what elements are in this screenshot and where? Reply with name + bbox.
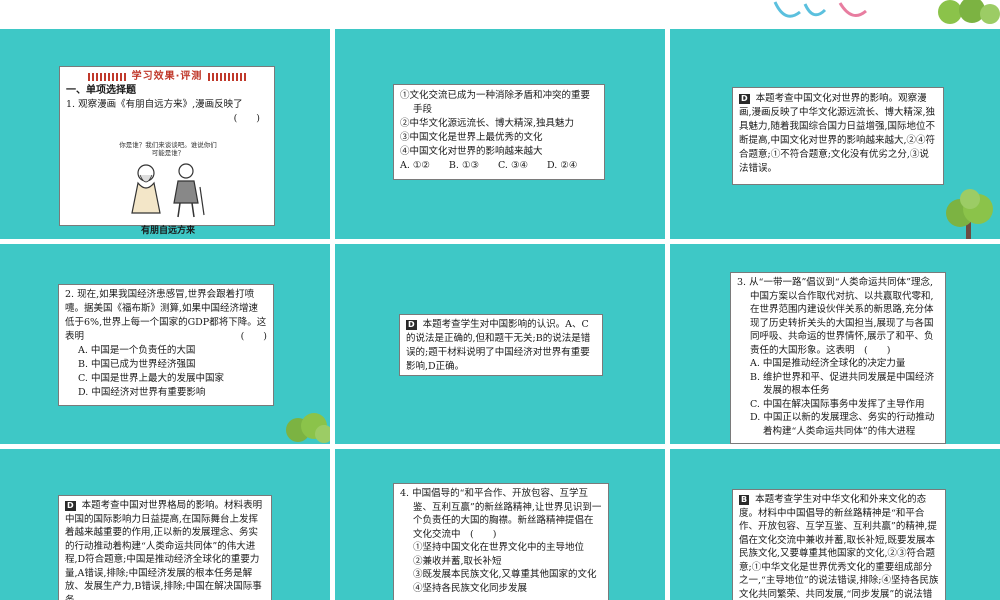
answer-text: 本题考查中国对世界格局的影响。材料表明中国的国际影响力日益提高,在国际舞台上发挥…: [65, 500, 263, 600]
question-text: 1. 观察漫画《有朋自远方来》,漫画反映了: [66, 99, 243, 110]
section-banner: 学习效果·评测: [66, 70, 268, 84]
question-text: 4. 中国倡导的“和平合作、开放包容、互学互鉴、互利互赢”的新丝路精神,让世界见…: [400, 487, 602, 541]
choice-row: A. ①② B. ①③ C. ③④ D. ②④: [400, 160, 578, 171]
option-4: ④坚持各民族文化同步发展: [413, 582, 528, 594]
option-1: ①文化交流已成为一种消除矛盾和冲突的重要手段: [400, 90, 591, 115]
option-3: ③既发展本民族文化,又尊重其他国家的文化: [413, 569, 597, 580]
option-c: C. 中国在解决国际事务中发挥了主导作用: [750, 398, 925, 410]
question-card: 4. 中国倡导的“和平合作、开放包容、互学互鉴、互利互赢”的新丝路精神,让世界见…: [393, 483, 609, 600]
answer-text: 本题考查学生对中国影响的认识。A、C的说法是正确的,但和题干无关;B的说法是错误…: [406, 319, 591, 372]
answer-text: 本题考查学生对中华文化和外来文化的态度。材料中中国倡导的新丝路精神是“和平合作、…: [739, 494, 939, 600]
slide-1: 学习效果·评测 一、单项选择题 1. 观察漫画《有朋自远方来》,漫画反映了 ( …: [0, 29, 330, 239]
question-body: 2. 现在,如果我国经济患感冒,世界会跟着打喷嚏。据美国《福布斯》测算,如果中国…: [65, 289, 267, 342]
option-4: ④中国文化对世界的影响越来越大: [400, 146, 543, 157]
question-text: 3. 从“一带一路”倡议到“人类命运共同体”理念,中国方案以合作取代对抗、以共赢…: [737, 276, 939, 357]
cartoon-icon: [131, 163, 205, 218]
question-text: 2. 现在,如果我国经济患感冒,世界会跟着打喷嚏。据美国《福布斯》测算,如果中国…: [65, 288, 267, 344]
answer-card: D 本题考查中国对世界格局的影响。材料表明中国的国际影响力日益提高,在国际舞台上发…: [58, 495, 272, 600]
section-heading: 一、单项选择题: [66, 85, 136, 96]
tree-icon: [938, 0, 1000, 24]
option-d: D. 中国经济对世界有重要影响: [78, 387, 206, 398]
slide-4: 2. 现在,如果我国经济患感冒,世界会跟着打喷嚏。据美国《福布斯》测算,如果中国…: [0, 244, 330, 444]
slide-7: D 本题考查中国对世界格局的影响。材料表明中国的国际影响力日益提高,在国际舞台上发…: [0, 449, 330, 600]
options-card: ①文化交流已成为一种消除矛盾和冲突的重要手段 ②中华文化源远流长、博大精深,独具…: [393, 84, 605, 180]
option-a: A. 中国是一个负责任的大国: [78, 345, 196, 356]
option-a: A. 中国是推动经济全球化的决定力量: [750, 358, 906, 369]
banner-title: 学习效果·评测: [131, 71, 203, 82]
option-2: ②兼收并蓄,取长补短: [413, 555, 502, 567]
option-d: D. 中国正以新的发展理念、务实的行动推动着构建“人类命运共同体”的伟大进程: [750, 412, 935, 437]
option-3: ③中国文化是世界上最优秀的文化: [400, 132, 543, 143]
answer-tag: D: [406, 320, 417, 330]
banner-stripes-left: [87, 73, 126, 81]
deco-icon: [773, 1, 867, 18]
answer-paren: ( ): [470, 528, 497, 540]
answer-paren: ( ): [240, 331, 267, 342]
option-b: B. 维护世界和平、促进共同发展是中国经济发展的根本任务: [750, 371, 935, 397]
question-card: 2. 现在,如果我国经济患感冒,世界会跟着打喷嚏。据美国《福布斯》测算,如果中国…: [58, 284, 274, 406]
answer-explanation: D 本题考查中国对世界格局的影响。材料表明中国的国际影响力日益提高,在国际舞台上发…: [65, 499, 265, 600]
answer-explanation: D 本题考查学生对中国影响的认识。A、C的说法是正确的,但和题干无关;B的说法是错…: [406, 318, 596, 374]
option-c: C. 中国是世界上最大的发展中国家: [78, 373, 224, 384]
answer-explanation: D 本题考查中国文化对世界的影响。观察漫画,漫画反映了中华文化源远流长、博大精深,…: [739, 92, 937, 176]
slide-2: ①文化交流已成为一种消除矛盾和冲突的重要手段 ②中华文化源远流长、博大精深,独具…: [335, 29, 665, 239]
banner-stripes-right: [208, 73, 247, 81]
option-b: B. 中国已成为世界经济强国: [78, 359, 196, 370]
slide-8: 4. 中国倡导的“和平合作、开放包容、互学互鉴、互利互赢”的新丝路精神,让世界见…: [335, 449, 665, 600]
option-1: ①坚持中国文化在世界文化中的主导地位: [413, 542, 585, 553]
slide-9: B 本题考查学生对中华文化和外来文化的态度。材料中中国倡导的新丝路精神是“和平合作…: [670, 449, 1000, 600]
option-2: ②中华文化源远流长、博大精深,独具魅力: [400, 118, 575, 129]
slide-6: 3. 从“一带一路”倡议到“人类命运共同体”理念,中国方案以合作取代对抗、以共赢…: [670, 244, 1000, 444]
answer-tag: D: [65, 501, 76, 511]
answer-tag: D: [739, 94, 750, 104]
tree-icon: [286, 413, 330, 443]
answer-card: D 本题考查学生对中国影响的认识。A、C的说法是正确的,但和题干无关;B的说法是错…: [399, 314, 603, 376]
slide-5: D 本题考查学生对中国影响的认识。A、C的说法是正确的,但和题干无关;B的说法是错…: [335, 244, 665, 444]
answer-paren: ( ): [233, 113, 260, 124]
answer-tag: B: [739, 495, 750, 505]
answer-card: B 本题考查学生对中华文化和外来文化的态度。材料中中国倡导的新丝路精神是“和平合作…: [732, 489, 946, 600]
cartoon-bubble: 你是谁？我们来谈谈吧。谁说你们可能是谁？: [119, 141, 217, 157]
question-card: 学习效果·评测 一、单项选择题 1. 观察漫画《有朋自远方来》,漫画反映了 ( …: [59, 66, 275, 236]
slide-3: D 本题考查中国文化对世界的影响。观察漫画,漫画反映了中华文化源远流长、博大精深,…: [670, 29, 1000, 239]
question-body: 3. 从“一带一路”倡议到“人类命运共同体”理念,中国方案以合作取代对抗、以共赢…: [737, 277, 934, 356]
tree-icon: [946, 189, 993, 239]
answer-text: 本题考查中国文化对世界的影响。观察漫画,漫画反映了中华文化源远流长、博大精深,独…: [739, 93, 936, 174]
answer-card: D 本题考查中国文化对世界的影响。观察漫画,漫画反映了中华文化源远流长、博大精深,…: [732, 87, 944, 185]
answer-explanation: B 本题考查学生对中华文化和外来文化的态度。材料中中国倡导的新丝路精神是“和平合作…: [739, 493, 939, 600]
question-body: 4. 中国倡导的“和平合作、开放包容、互学互鉴、互利互赢”的新丝路精神,让世界见…: [400, 488, 602, 540]
answer-paren: ( ): [864, 344, 891, 356]
cartoon-caption: 有朋自远方来: [140, 226, 195, 236]
question-card: 3. 从“一带一路”倡议到“人类命运共同体”理念,中国方案以合作取代对抗、以共赢…: [730, 272, 946, 444]
